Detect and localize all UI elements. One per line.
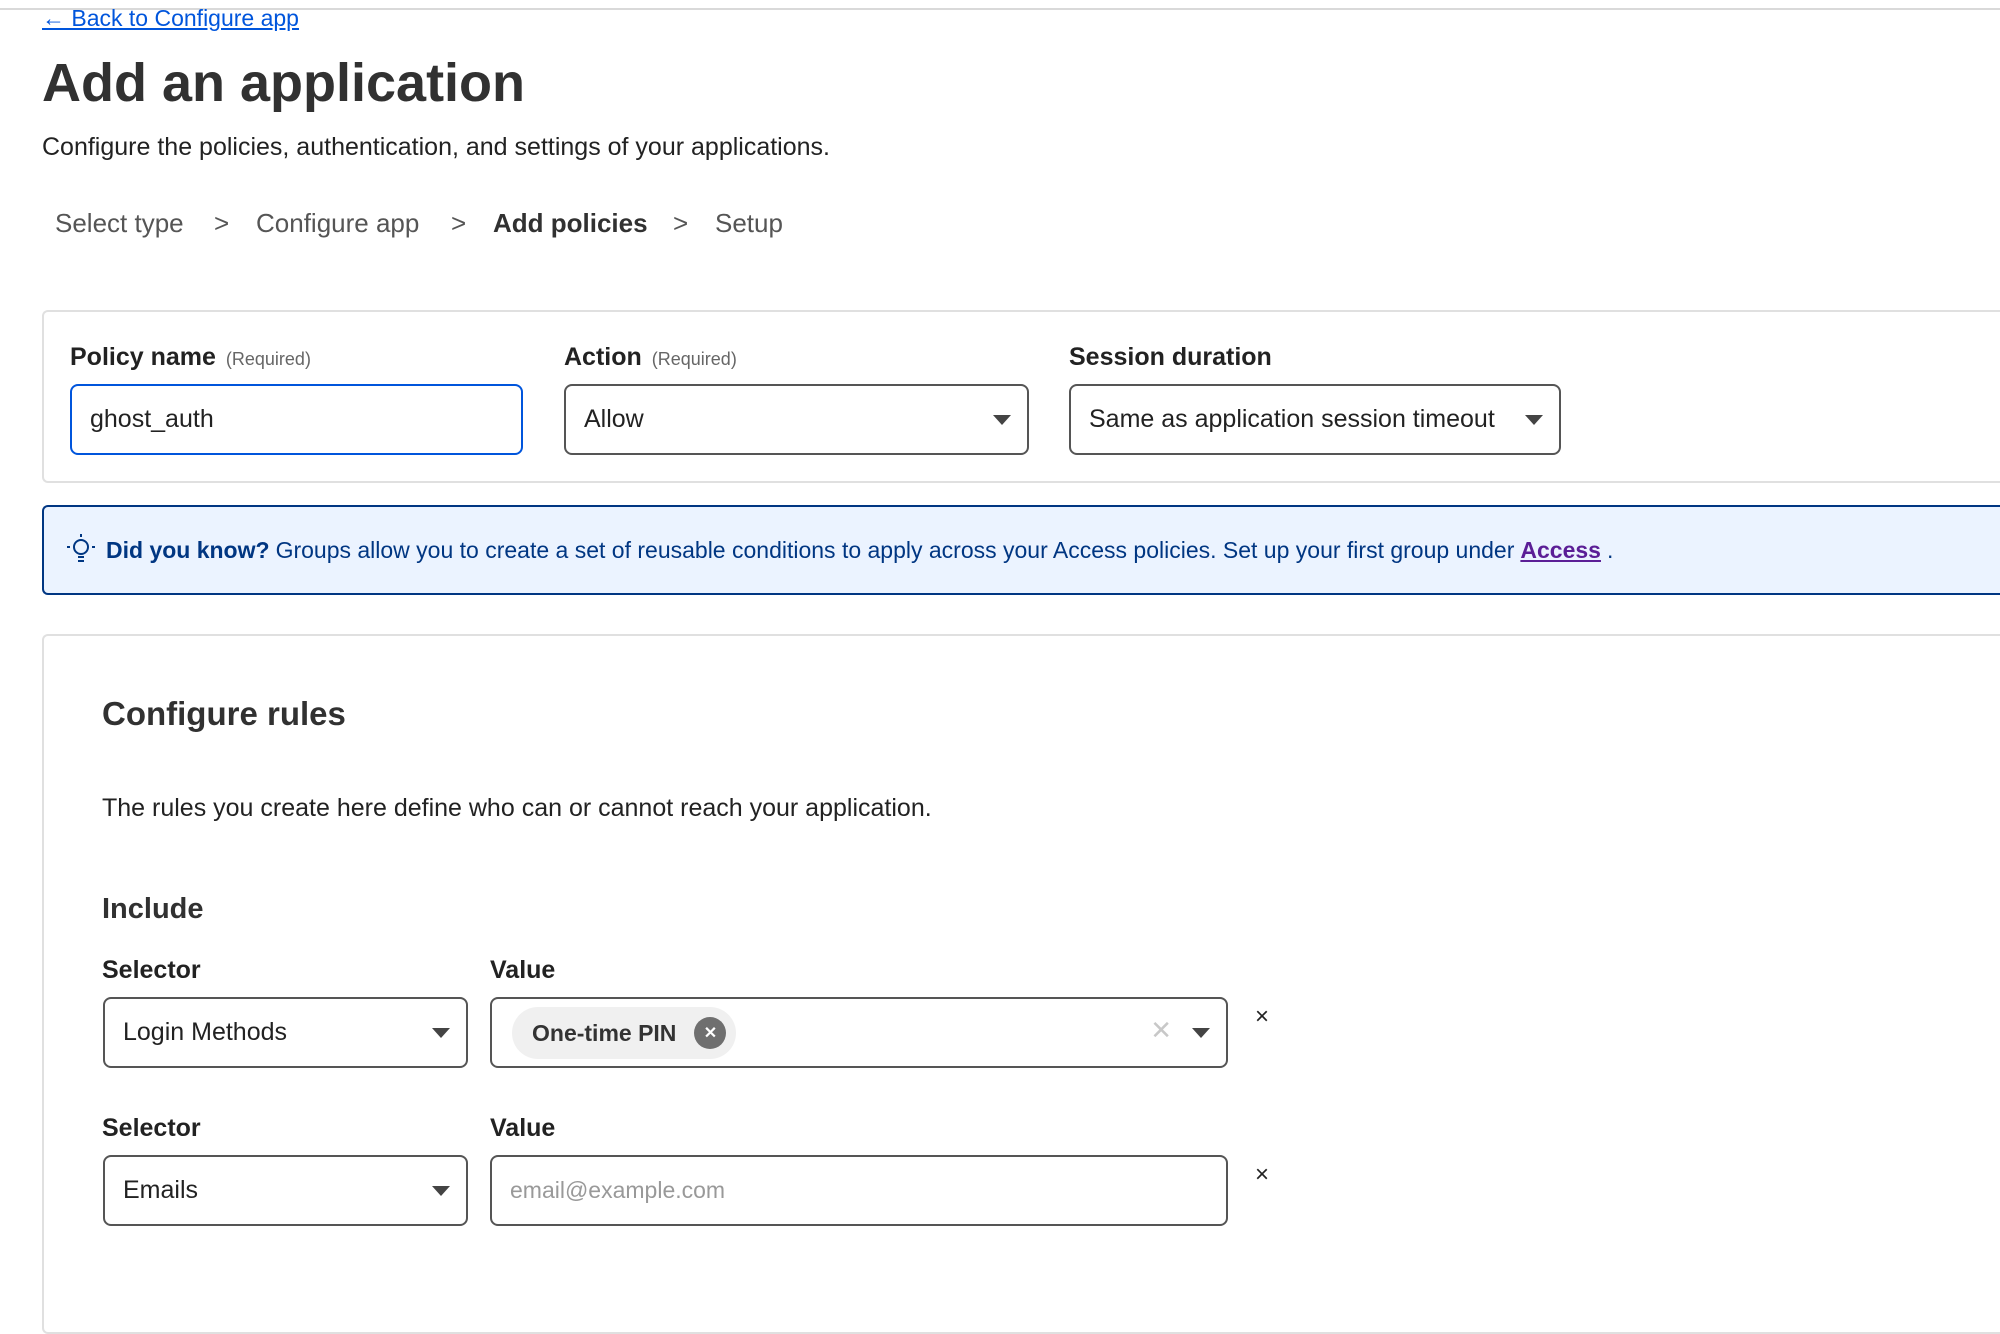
back-link[interactable]: ← Back to Configure app [42,5,299,32]
remove-rule-button[interactable]: × [1255,1161,1269,1189]
session-duration-label: Session duration [1069,343,1272,371]
action-select[interactable]: Allow [564,384,1029,455]
page-subtitle: Configure the policies, authentication, … [42,133,830,161]
value-chip: One-time PIN ✕ [512,1007,737,1059]
step-configure-app[interactable]: Configure app [256,208,419,239]
banner-suffix: . [1606,536,1614,563]
step-select-type[interactable]: Select type [55,208,184,239]
rules-card [42,634,2000,1334]
chevron-down-icon [432,1185,450,1196]
step-separator: > [673,208,689,238]
policy-name-label: Policy name (Required) [70,343,311,371]
selector-select[interactable]: Login Methods [103,997,468,1068]
lightbulb-icon [67,534,95,562]
selector-label: Selector [102,956,201,984]
value-multiselect[interactable]: One-time PIN ✕ ✕ [490,997,1228,1068]
email-value-input[interactable]: email@example.com [490,1155,1228,1226]
policy-name-input[interactable]: ghost_auth [70,384,523,455]
access-link[interactable]: Access [1520,537,1601,564]
session-duration-select[interactable]: Same as application session timeout [1069,384,1561,455]
chevron-down-icon [993,414,1011,425]
chevron-down-icon [1525,414,1543,425]
selector-label: Selector [102,1114,201,1142]
value-label: Value [490,1114,556,1142]
step-separator: > [451,208,467,238]
top-divider [0,8,2000,10]
rules-title: Configure rules [102,695,346,732]
chevron-down-icon [432,1027,450,1038]
page-title: Add an application [42,53,526,113]
remove-chip-icon[interactable]: ✕ [694,1017,727,1049]
value-label: Value [490,956,556,984]
step-add-policies: Add policies [493,208,648,238]
selector-select[interactable]: Emails [103,1155,468,1226]
remove-rule-button[interactable]: × [1255,1003,1269,1031]
clear-icon[interactable]: ✕ [1150,1015,1172,1046]
action-label: Action (Required) [564,343,737,371]
step-separator: > [214,208,230,238]
info-banner: Did you know? Groups allow you to create… [42,505,2000,595]
rules-description: The rules you create here define who can… [102,794,932,822]
banner-heading: Did you know? [106,536,270,563]
step-setup[interactable]: Setup [715,208,783,239]
chevron-down-icon [1192,1027,1210,1038]
include-heading: Include [102,893,204,925]
banner-text: Groups allow you to create a set of reus… [275,536,1515,563]
